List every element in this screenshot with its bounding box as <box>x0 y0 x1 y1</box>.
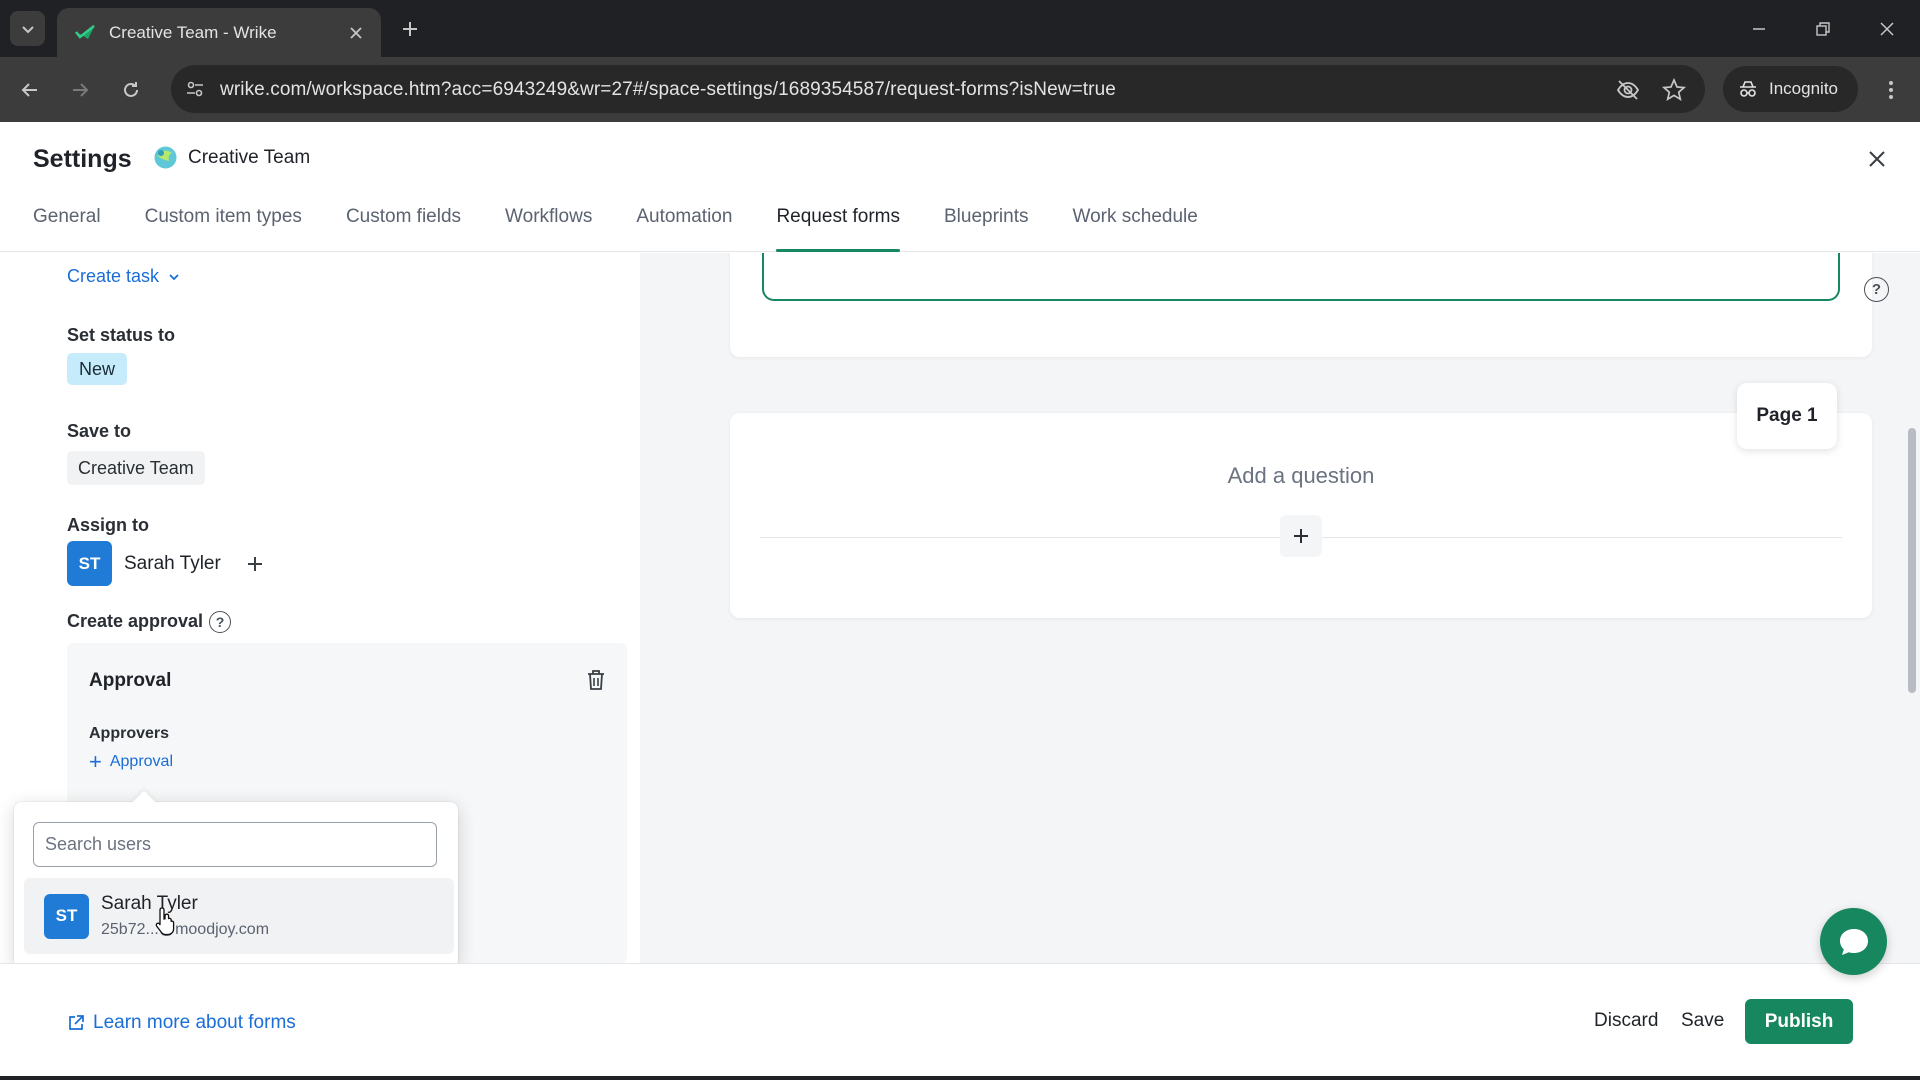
create-approval-label: Create approval? <box>67 611 232 634</box>
hand-cursor-icon <box>155 907 175 936</box>
plus-icon: + <box>89 749 102 774</box>
approvers-label: Approvers <box>89 725 170 742</box>
close-icon <box>350 26 362 39</box>
tab-automation[interactable]: Automation <box>636 206 732 252</box>
minimize-icon <box>1753 28 1765 30</box>
site-info-icon[interactable] <box>183 77 207 101</box>
add-question-button[interactable] <box>1280 515 1322 557</box>
tab-close-button[interactable] <box>345 22 367 44</box>
plus-icon <box>403 22 417 36</box>
external-link-icon <box>69 1015 84 1030</box>
reload-icon <box>124 82 138 97</box>
add-question-text[interactable]: Add a question <box>730 463 1872 489</box>
assignee: ST Sarah Tyler <box>67 541 267 586</box>
discard-button[interactable]: Discard <box>1594 1010 1658 1032</box>
set-status-label: Set status to <box>67 325 176 345</box>
help-icon[interactable]: ? <box>209 611 232 634</box>
minimize-button[interactable] <box>1742 12 1776 46</box>
browser-toolbar: wrike.com/workspace.htm?acc=6943249&wr=2… <box>0 57 1920 122</box>
tab-general[interactable]: General <box>33 206 101 252</box>
bottom-edge <box>0 1076 1920 1080</box>
eye-off-icon[interactable] <box>1615 77 1641 103</box>
tab-request-forms[interactable]: Request forms <box>776 206 900 252</box>
incognito-label: Incognito <box>1769 79 1838 98</box>
chat-icon <box>1839 928 1868 955</box>
create-task-dropdown[interactable]: Create task <box>67 266 181 287</box>
restore-button[interactable] <box>1806 12 1840 46</box>
restore-icon <box>1816 22 1830 36</box>
browser-menu-button[interactable] <box>1876 75 1906 105</box>
incognito-icon <box>1740 81 1756 97</box>
address-bar[interactable]: wrike.com/workspace.htm?acc=6943249&wr=2… <box>171 65 1705 113</box>
browser-tab-strip: Creative Team - Wrike <box>0 0 1920 57</box>
browser-tab[interactable]: Creative Team - Wrike <box>57 8 381 57</box>
settings-header: Settings Creative Team General Custom it… <box>0 122 1920 252</box>
help-icon[interactable]: ? <box>1864 277 1889 302</box>
chat-button[interactable] <box>1820 908 1887 975</box>
url-text[interactable]: wrike.com/workspace.htm?acc=6943249&wr=2… <box>220 79 1116 101</box>
add-assignee-button[interactable] <box>243 552 267 576</box>
close-icon <box>1869 151 1885 167</box>
plus-icon <box>247 556 262 571</box>
wrike-check-icon <box>75 24 95 39</box>
kebab-menu-icon <box>1889 81 1893 99</box>
avatar[interactable]: ST <box>67 541 112 586</box>
incognito-badge[interactable]: Incognito <box>1723 66 1858 112</box>
tab-title: Creative Team - Wrike <box>109 22 277 42</box>
chevron-down-icon <box>21 25 34 33</box>
forward-button[interactable] <box>63 73 97 107</box>
create-task-label: Create task <box>67 266 160 286</box>
user-option[interactable]: ST Sarah Tyler 25b72...@moodjoy.com <box>24 878 454 954</box>
search-users-input[interactable] <box>33 822 437 867</box>
close-settings-button[interactable] <box>1862 144 1892 174</box>
question-card: Add a question <box>730 413 1872 618</box>
back-arrow-icon <box>21 83 37 97</box>
form-canvas: ? Add a question Page 1 <box>640 253 1920 963</box>
canvas-scrollbar[interactable] <box>1908 428 1916 693</box>
plus-icon <box>1294 529 1308 543</box>
save-to-label: Save to <box>67 421 132 441</box>
learn-more-label: Learn more about forms <box>93 1012 296 1033</box>
chevron-down-icon <box>169 273 179 280</box>
page-tag[interactable]: Page 1 <box>1737 383 1837 449</box>
form-header-card <box>730 253 1872 357</box>
avatar: ST <box>44 893 89 939</box>
tab-blueprints[interactable]: Blueprints <box>944 206 1029 252</box>
create-approval-text: Create approval <box>67 611 204 631</box>
settings-footer: Learn more about forms Discard Save Publ… <box>0 963 1920 1080</box>
status-badge[interactable]: New <box>67 353 128 385</box>
tab-workflows[interactable]: Workflows <box>505 206 592 252</box>
tab-search-button[interactable] <box>10 11 45 46</box>
publish-button[interactable]: Publish <box>1745 999 1853 1044</box>
close-icon <box>1880 22 1894 36</box>
save-button[interactable]: Save <box>1681 1010 1724 1032</box>
page-title: Settings <box>33 145 132 173</box>
forward-arrow-icon <box>73 83 89 97</box>
tab-work-schedule[interactable]: Work schedule <box>1073 206 1198 252</box>
star-icon[interactable] <box>1661 77 1687 103</box>
space-icon <box>154 146 177 169</box>
approval-title: Approval <box>89 670 172 691</box>
form-title-field[interactable] <box>762 253 1840 301</box>
trash-icon[interactable] <box>584 668 608 692</box>
add-approver-button[interactable]: + Approval <box>89 751 173 773</box>
assignee-name: Sarah Tyler <box>124 552 221 574</box>
close-window-button[interactable] <box>1870 12 1904 46</box>
add-approver-label: Approval <box>109 753 174 770</box>
user-name: Sarah Tyler <box>101 893 198 914</box>
user-email: 25b72...@moodjoy.com <box>101 921 270 938</box>
save-to-folder[interactable]: Creative Team <box>67 451 205 485</box>
user-picker-dropdown: ST Sarah Tyler 25b72...@moodjoy.com <box>14 790 458 968</box>
learn-more-link[interactable]: Learn more about forms <box>67 1012 296 1034</box>
back-button[interactable] <box>13 73 47 107</box>
settings-tabs: General Custom item types Custom fields … <box>33 206 1242 252</box>
space-name: Creative Team <box>188 147 311 168</box>
new-tab-button[interactable] <box>395 14 425 44</box>
tab-custom-fields[interactable]: Custom fields <box>346 206 461 252</box>
assign-to-label: Assign to <box>67 515 150 535</box>
tab-custom-item-types[interactable]: Custom item types <box>145 206 302 252</box>
reload-button[interactable] <box>114 73 148 107</box>
user-info: Sarah Tyler 25b72...@moodjoy.com <box>101 893 269 939</box>
